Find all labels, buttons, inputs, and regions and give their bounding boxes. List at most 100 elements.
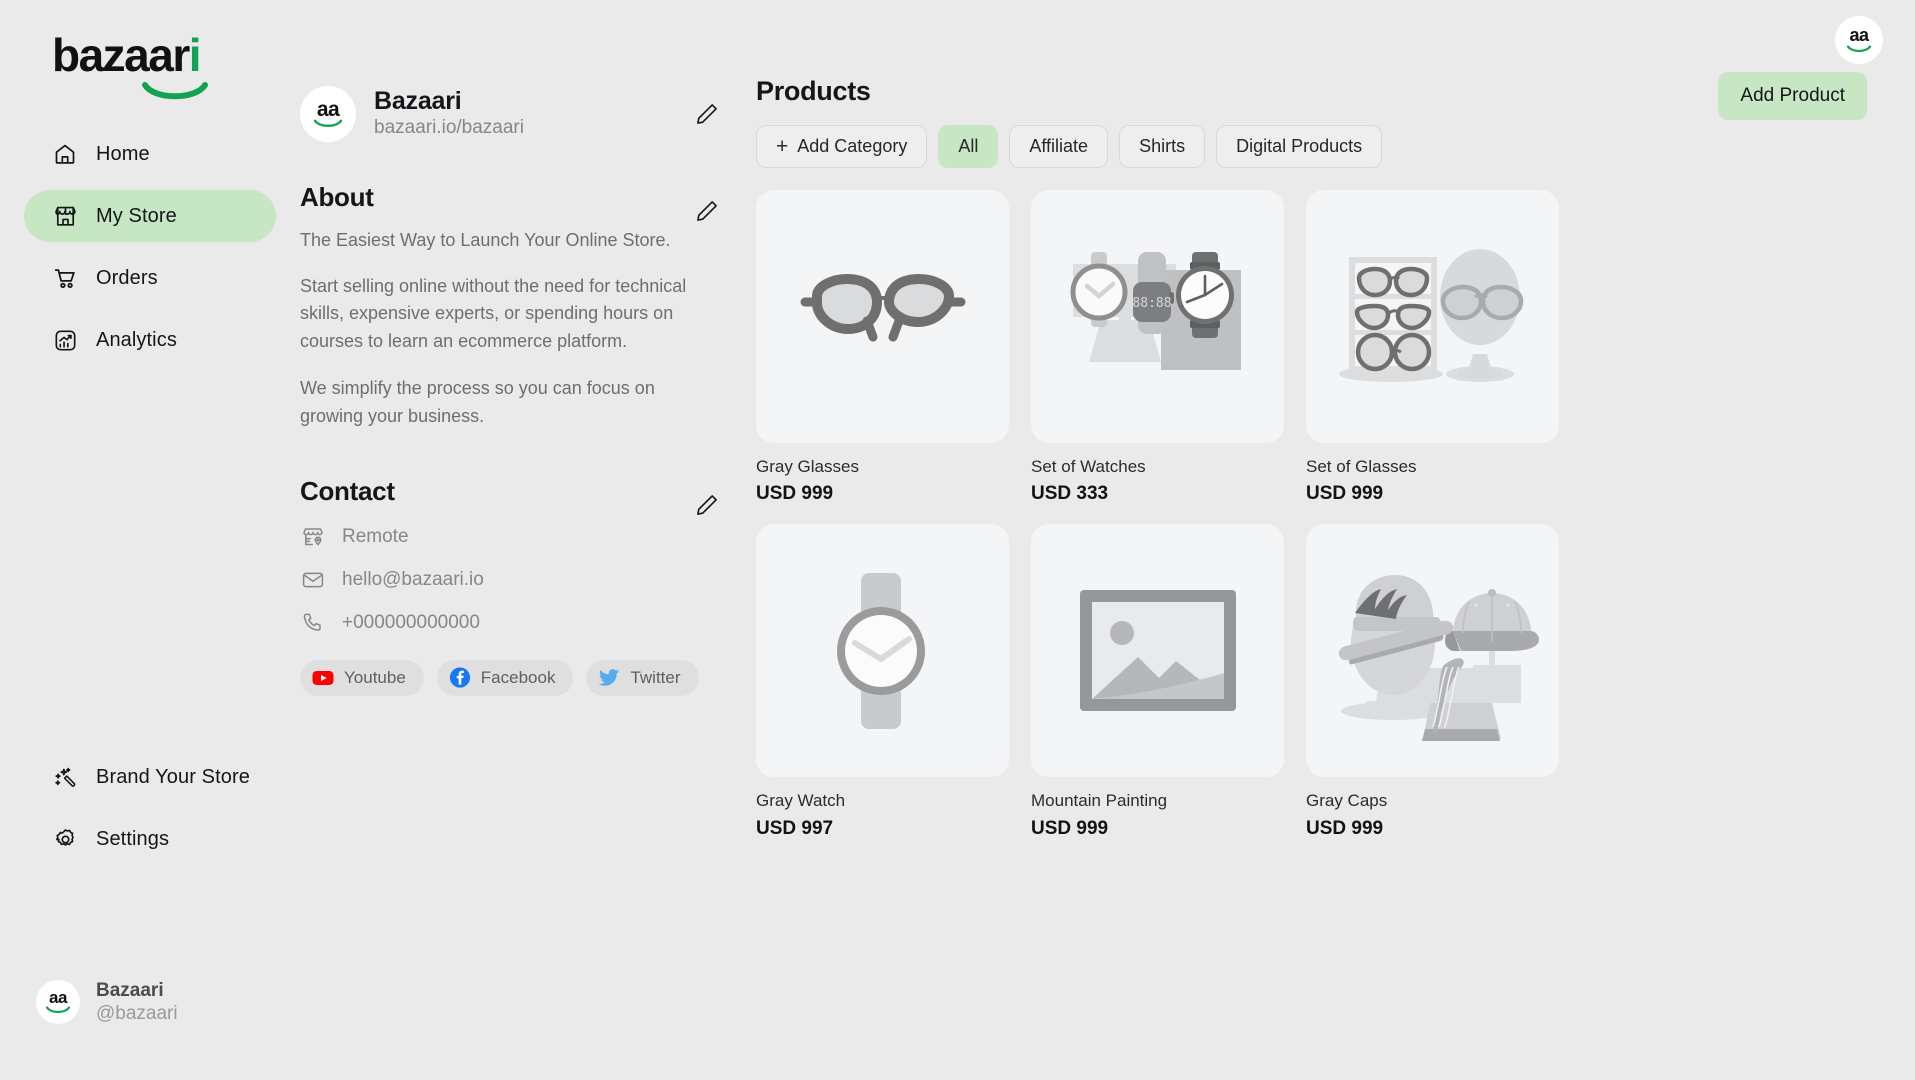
product-card[interactable]: Gray Caps USD 999: [1306, 524, 1559, 840]
about-section: About The Easiest Way to Launch Your Onl…: [300, 182, 730, 430]
sidebar-item-label: Home: [96, 143, 150, 166]
contact-section: Contact Remote: [300, 476, 730, 696]
envelope-icon: [300, 567, 326, 593]
product-price: USD 999: [756, 483, 1009, 506]
product-price: USD 333: [1031, 483, 1284, 506]
contact-email: hello@bazaari.io: [342, 569, 484, 591]
sidebar-item-analytics[interactable]: Analytics: [24, 314, 276, 366]
social-label: Youtube: [344, 668, 406, 688]
product-card[interactable]: Set of Glasses USD 999: [1306, 190, 1559, 506]
brand-logo[interactable]: bazaari: [52, 32, 200, 78]
edit-about-button[interactable]: [692, 196, 722, 226]
contact-phone-row: +000000000000: [300, 610, 730, 636]
home-icon: [52, 141, 78, 167]
contact-location-row: Remote: [300, 524, 730, 550]
product-price: USD 999: [1031, 818, 1284, 841]
about-title: About: [300, 182, 730, 213]
category-tab-affiliate[interactable]: Affiliate: [1009, 125, 1108, 168]
product-name: Set of Watches: [1031, 457, 1284, 477]
edit-store-button[interactable]: [692, 99, 722, 129]
sidebar-item-brand-your-store[interactable]: Brand Your Store: [24, 751, 284, 803]
product-grid: Gray Glasses USD 999: [756, 190, 1859, 840]
glasses-illustration: [783, 217, 983, 417]
smile-icon: [142, 82, 208, 102]
sidebar-item-settings[interactable]: Settings: [24, 813, 284, 865]
store-identity: Bazaari bazaari.io/bazaari: [374, 87, 524, 140]
category-filter-bar: + Add Category All Affiliate Shirts Digi…: [756, 125, 1859, 168]
sidebar-user-handle: @bazaari: [96, 1002, 178, 1026]
smile-icon: [1846, 45, 1872, 53]
sidebar-item-orders[interactable]: Orders: [24, 252, 276, 304]
product-card[interactable]: Mountain Painting USD 999: [1031, 524, 1284, 840]
contact-location: Remote: [342, 526, 409, 548]
wristwatch-illustration: [783, 551, 983, 751]
add-product-button[interactable]: Add Product: [1718, 72, 1867, 120]
social-link-facebook[interactable]: Facebook: [437, 660, 574, 696]
sidebar-user-card[interactable]: aa Bazaari @bazaari: [36, 979, 178, 1027]
product-image: [1306, 524, 1559, 777]
watch-display-illustration: 88:88: [1053, 212, 1263, 422]
about-paragraph-2: We simplify the process so you can focus…: [300, 375, 694, 430]
store-avatar: aa: [300, 86, 356, 142]
youtube-icon: [312, 667, 334, 689]
product-name: Mountain Painting: [1031, 791, 1284, 811]
pencil-icon: [694, 492, 720, 518]
sidebar-item-label: My Store: [96, 205, 177, 228]
sidebar-item-home[interactable]: Home: [24, 128, 276, 180]
analytics-icon: [52, 327, 78, 353]
contact-email-row: hello@bazaari.io: [300, 567, 730, 593]
category-tab-all[interactable]: All: [938, 125, 998, 168]
product-image: [1031, 524, 1284, 777]
svg-text:88:88: 88:88: [1132, 296, 1171, 311]
product-card[interactable]: Gray Watch USD 997: [756, 524, 1009, 840]
category-tab-digital-products[interactable]: Digital Products: [1216, 125, 1382, 168]
social-link-youtube[interactable]: Youtube: [300, 660, 424, 696]
store-name: Bazaari: [374, 87, 524, 116]
topbar-avatar[interactable]: aa: [1835, 16, 1883, 64]
storefront-location-icon: [300, 524, 326, 550]
social-label: Facebook: [481, 668, 556, 688]
product-name: Set of Glasses: [1306, 457, 1559, 477]
social-links: Youtube Facebook: [300, 660, 730, 696]
gear-icon: [52, 826, 78, 852]
category-tab-shirts[interactable]: Shirts: [1119, 125, 1205, 168]
pencil-icon: [694, 198, 720, 224]
facebook-icon: [449, 667, 471, 689]
glasses-rack-illustration: [1325, 209, 1540, 424]
about-paragraph-1: Start selling online without the need fo…: [300, 273, 694, 355]
product-card[interactable]: 88:88 Set of Watches USD 333: [1031, 190, 1284, 506]
smile-icon: [313, 119, 343, 128]
product-image: 88:88: [1031, 190, 1284, 443]
product-card[interactable]: Gray Glasses USD 999: [756, 190, 1009, 506]
edit-contact-button[interactable]: [692, 490, 722, 520]
plus-icon: +: [776, 136, 788, 157]
sidebar-user-text: Bazaari @bazaari: [96, 979, 178, 1027]
smile-icon: [45, 1006, 71, 1014]
store-header: aa Bazaari bazaari.io/bazaari: [300, 86, 730, 142]
brand-logo-text: bazaari: [52, 32, 200, 78]
picture-frame-illustration: [1078, 588, 1238, 713]
add-category-button[interactable]: + Add Category: [756, 125, 927, 168]
sidebar-item-label: Settings: [96, 828, 169, 851]
pencil-icon: [694, 101, 720, 127]
hats-illustration: [1325, 543, 1540, 758]
page-title: Products: [756, 76, 1859, 107]
sidebar: bazaari Home: [0, 0, 300, 1080]
products-panel: aa Add Product Products + Add Category A…: [730, 0, 1915, 1080]
sidebar-nav: Home My Store: [24, 128, 276, 376]
product-price: USD 999: [1306, 818, 1559, 841]
app-root: bazaari Home: [0, 0, 1915, 1080]
cart-icon: [52, 265, 78, 291]
magic-wand-icon: [52, 764, 78, 790]
sidebar-item-my-store[interactable]: My Store: [24, 190, 276, 242]
brand-logo-word: bazaari: [52, 29, 200, 81]
add-category-label: Add Category: [797, 136, 907, 157]
contact-title: Contact: [300, 476, 730, 507]
avatar-initials: aa: [317, 100, 339, 120]
product-image: [756, 190, 1009, 443]
sidebar-item-label: Orders: [96, 267, 158, 290]
about-lead: The Easiest Way to Launch Your Online St…: [300, 227, 730, 253]
product-price: USD 999: [1306, 483, 1559, 506]
social-link-twitter[interactable]: Twitter: [586, 660, 698, 696]
product-name: Gray Caps: [1306, 791, 1559, 811]
